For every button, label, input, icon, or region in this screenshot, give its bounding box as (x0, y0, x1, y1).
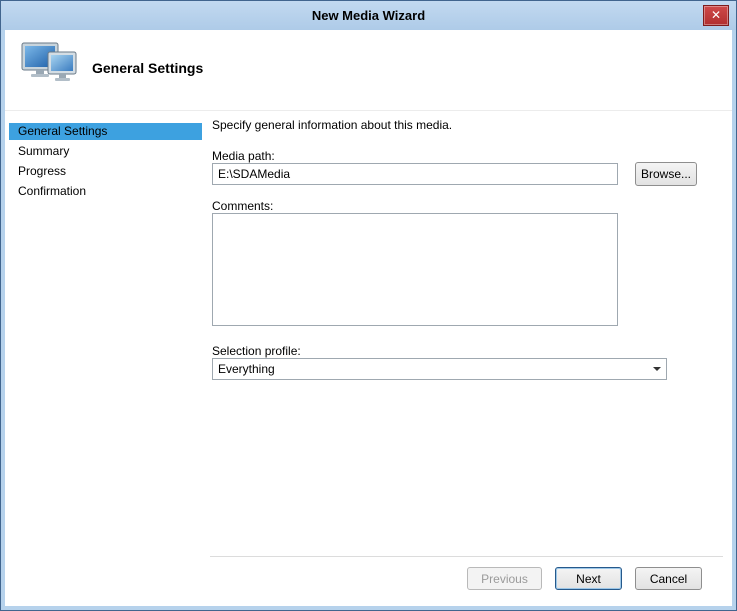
media-path-label: Media path: (212, 149, 275, 163)
titlebar[interactable]: New Media Wizard ✕ (1, 1, 736, 30)
cancel-button[interactable]: Cancel (635, 567, 702, 590)
close-button[interactable]: ✕ (703, 5, 729, 26)
header: General Settings (5, 30, 732, 110)
selection-profile-value: Everything (218, 362, 648, 376)
new-media-wizard-window: New Media Wizard ✕ (0, 0, 737, 611)
sidebar-item-general-settings[interactable]: General Settings (9, 123, 202, 140)
description-text: Specify general information about this m… (212, 118, 452, 132)
media-path-input[interactable] (212, 163, 618, 185)
footer-divider (210, 556, 723, 557)
wizard-steps: General Settings Summary Progress Confir… (5, 123, 206, 606)
chevron-down-icon (648, 359, 666, 379)
computer-monitors-icon (21, 42, 79, 88)
comments-label: Comments: (212, 199, 273, 213)
next-button[interactable]: Next (555, 567, 622, 590)
sidebar-item-progress[interactable]: Progress (9, 163, 202, 180)
sidebar-item-summary[interactable]: Summary (9, 143, 202, 160)
dialog-body: General Settings General Settings Summar… (5, 30, 732, 606)
sidebar-item-confirmation[interactable]: Confirmation (9, 183, 202, 200)
window-title: New Media Wizard (312, 8, 425, 23)
previous-button[interactable]: Previous (467, 567, 542, 590)
footer-buttons: Previous Next Cancel (467, 567, 702, 590)
close-icon: ✕ (711, 8, 721, 22)
header-divider (5, 110, 732, 111)
browse-button[interactable]: Browse... (635, 162, 697, 186)
page-title: General Settings (92, 60, 203, 76)
selection-profile-dropdown[interactable]: Everything (212, 358, 667, 380)
selection-profile-label: Selection profile: (212, 344, 301, 358)
comments-textarea[interactable] (212, 213, 618, 326)
